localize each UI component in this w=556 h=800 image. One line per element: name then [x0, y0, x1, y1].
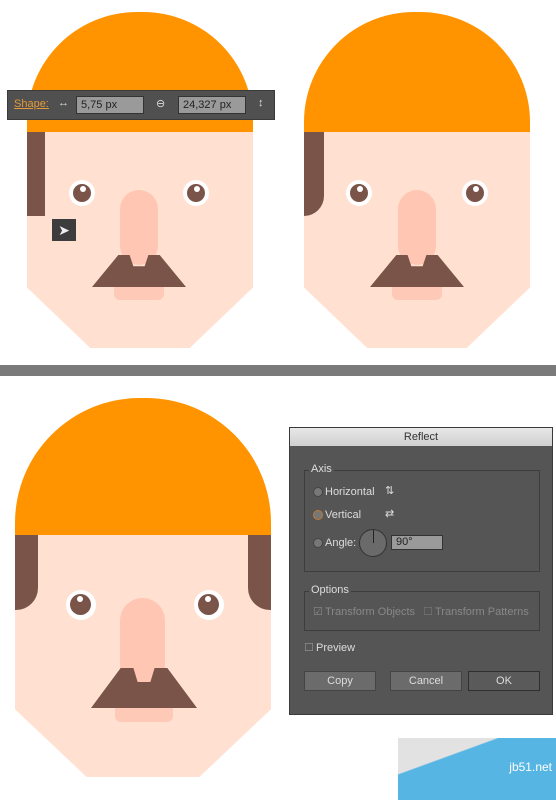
transform-objects-label[interactable]: Transform Objects [325, 606, 415, 618]
preview-label[interactable]: Preview [316, 642, 355, 654]
width-field[interactable]: 5,75 px [76, 96, 144, 114]
horizontal-label[interactable]: Horizontal [325, 486, 375, 498]
eye-right [183, 180, 209, 206]
axis-label: Axis [309, 463, 334, 475]
hair [15, 398, 271, 535]
cursor-arrow-icon: ➤ [52, 219, 76, 241]
height-icon: ↕ [258, 97, 264, 109]
sideburn-left[interactable] [15, 535, 38, 610]
watermark-text: jb51.net [509, 760, 552, 774]
nose [120, 190, 158, 265]
angle-dial[interactable] [359, 529, 387, 557]
axis-group: Axis Horizontal ⇅ Vertical ⇄ Angle: 90° [304, 463, 540, 572]
transform-patterns-label[interactable]: Transform Patterns [435, 606, 529, 618]
reflect-dialog: Reflect Axis Horizontal ⇅ Vertical ⇄ Ang… [289, 427, 553, 715]
reflect-horizontal-icon: ⇅ [385, 485, 395, 497]
nose [398, 190, 436, 265]
width-icon: ↔ [58, 97, 69, 109]
options-group: Options ☑ Transform Objects ☐ Transform … [304, 584, 540, 631]
height-field[interactable]: 24,327 px [178, 96, 246, 114]
vertical-label[interactable]: Vertical [325, 509, 361, 521]
ok-button[interactable]: OK [468, 671, 540, 691]
sideburn-selected[interactable] [27, 132, 45, 216]
options-label: Options [309, 584, 351, 596]
eye-left [69, 180, 95, 206]
reflect-vertical-icon: ⇄ [385, 508, 395, 520]
eye-left [346, 180, 372, 206]
angle-radio[interactable] [313, 538, 323, 548]
angle-label[interactable]: Angle: [325, 537, 356, 549]
cancel-button[interactable]: Cancel [390, 671, 462, 691]
transform-patterns-checkbox[interactable]: ☐ [423, 605, 433, 618]
horizontal-radio[interactable] [313, 487, 323, 497]
sideburn[interactable] [304, 132, 324, 216]
eye-right [462, 180, 488, 206]
divider [0, 365, 556, 376]
preview-checkbox[interactable]: ☐ [304, 641, 314, 654]
shape-toolbar: Shape: ↔ 5,75 px ⊖ 24,327 px ↕ [7, 90, 275, 120]
watermark-logo: jb51.net [398, 738, 556, 800]
eye-left [66, 590, 96, 620]
sideburn-right[interactable] [248, 535, 271, 610]
angle-field[interactable]: 90° [391, 535, 443, 550]
shape-label[interactable]: Shape: [14, 98, 49, 110]
copy-button[interactable]: Copy [304, 671, 376, 691]
eye-right [194, 590, 224, 620]
hair [304, 12, 530, 132]
transform-objects-checkbox[interactable]: ☑ [313, 605, 323, 618]
link-icon[interactable]: ⊖ [156, 97, 165, 110]
dialog-title: Reflect [290, 428, 552, 446]
vertical-radio[interactable] [313, 510, 323, 520]
